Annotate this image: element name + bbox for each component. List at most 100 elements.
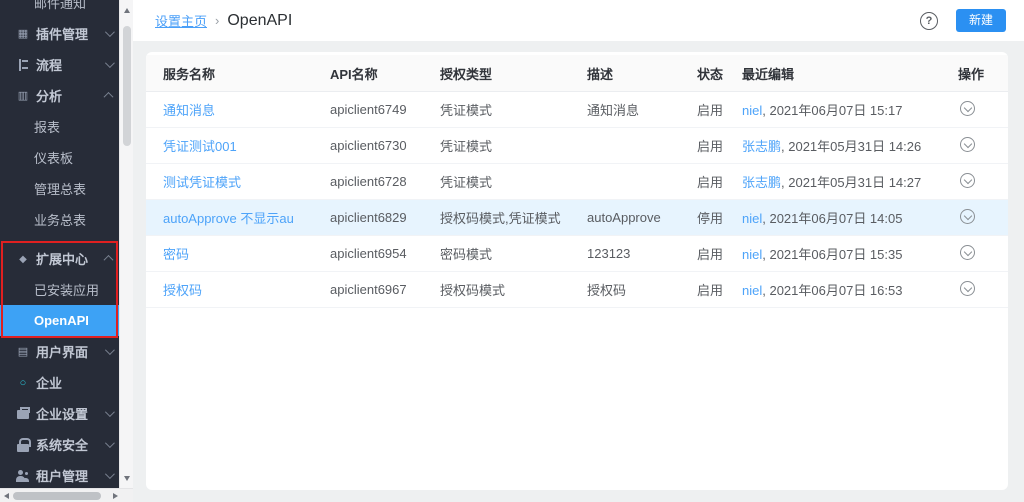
scroll-down-arrow-icon[interactable] bbox=[124, 476, 130, 481]
auth-type-cell: 授权码模式,凭证模式 bbox=[440, 208, 587, 227]
sidebar-item[interactable]: 扩展中心 bbox=[0, 243, 119, 274]
table-column-header: 状态 bbox=[697, 64, 742, 83]
editor-link[interactable]: niel bbox=[742, 103, 762, 118]
sidebar-item-label: 仪表板 bbox=[34, 148, 73, 167]
sidebar-item[interactable]: 租户管理 bbox=[0, 460, 119, 488]
horizontal-scroll-thumb[interactable] bbox=[13, 492, 101, 500]
sidebar-item[interactable]: 流程 bbox=[0, 49, 119, 80]
edited-timestamp: , 2021年06月07日 14:05 bbox=[762, 211, 902, 226]
table-row[interactable]: 授权码 apiclient6967 授权码模式 授权码 启用 niel, 202… bbox=[146, 272, 1008, 308]
table-column-header: 服务名称 bbox=[163, 64, 330, 83]
help-icon[interactable] bbox=[920, 12, 938, 30]
description-cell: 通知消息 bbox=[587, 100, 697, 119]
row-actions-down-circle-icon[interactable] bbox=[960, 209, 975, 224]
sidebar-item-label: 邮件通知 bbox=[34, 0, 86, 12]
actions-cell bbox=[958, 209, 991, 227]
row-actions-down-circle-icon[interactable] bbox=[960, 245, 975, 260]
service-name-link[interactable]: 凭证测试001 bbox=[163, 139, 237, 154]
sidebar-item[interactable]: 企业设置 bbox=[0, 398, 119, 429]
sidebar-item[interactable]: 仪表板 bbox=[0, 142, 119, 173]
table-header-row: 服务名称 API名称 授权类型 描述 状态 最近编辑 操作 bbox=[146, 55, 1008, 92]
service-name-cell: 通知消息 bbox=[163, 100, 330, 119]
vertical-scroll-thumb[interactable] bbox=[123, 26, 131, 146]
scroll-left-arrow-icon[interactable] bbox=[4, 493, 9, 499]
table-column-header: 操作 bbox=[958, 64, 991, 83]
sidebar-item-label: 插件管理 bbox=[36, 24, 88, 43]
enterprise-dot-icon bbox=[16, 376, 30, 390]
sidebar-item[interactable]: 用户界面 bbox=[0, 336, 119, 367]
description-cell: 授权码 bbox=[587, 280, 697, 299]
editor-link[interactable]: 张志鹏 bbox=[742, 139, 781, 154]
sidebar-item-label: 系统安全 bbox=[36, 435, 88, 454]
status-cell: 停用 bbox=[697, 208, 742, 227]
status-cell: 启用 bbox=[697, 280, 742, 299]
breadcrumb-separator-icon: › bbox=[215, 13, 219, 28]
row-actions-down-circle-icon[interactable] bbox=[960, 137, 975, 152]
scroll-up-arrow-icon[interactable] bbox=[124, 8, 130, 13]
sidebar-item[interactable]: 报表 bbox=[0, 111, 119, 142]
api-name-cell: apiclient6730 bbox=[330, 138, 440, 153]
scroll-right-arrow-icon[interactable] bbox=[113, 493, 118, 499]
sidebar-item-label: 管理总表 bbox=[34, 179, 86, 198]
table-column-header: 授权类型 bbox=[440, 64, 587, 83]
editor-link[interactable]: niel bbox=[742, 283, 762, 298]
row-actions-down-circle-icon[interactable] bbox=[960, 281, 975, 296]
status-cell: 启用 bbox=[697, 244, 742, 263]
auth-type-cell: 凭证模式 bbox=[440, 100, 587, 119]
chevron-icon bbox=[105, 30, 113, 38]
row-actions-down-circle-icon[interactable] bbox=[960, 101, 975, 116]
breadcrumb-settings-home-link[interactable]: 设置主页 bbox=[155, 11, 207, 30]
status-cell: 启用 bbox=[697, 136, 742, 155]
description-cell: 123123 bbox=[587, 246, 697, 261]
table-column-header: 最近编辑 bbox=[742, 64, 958, 83]
service-name-link[interactable]: autoApprove 不显示au bbox=[163, 211, 294, 226]
auth-type-cell: 密码模式 bbox=[440, 244, 587, 263]
sidebar-item[interactable]: OpenAPI bbox=[0, 305, 119, 336]
sidebar-item[interactable]: 已安装应用 bbox=[0, 274, 119, 305]
topbar: 设置主页 › OpenAPI 新建 bbox=[133, 0, 1024, 41]
new-button[interactable]: 新建 bbox=[956, 9, 1006, 32]
actions-cell bbox=[958, 101, 991, 119]
sidebar-item-label: 扩展中心 bbox=[36, 249, 88, 268]
sidebar-item-label: 企业设置 bbox=[36, 404, 88, 423]
editor-link[interactable]: niel bbox=[742, 247, 762, 262]
sidebar-item[interactable]: 业务总表 bbox=[0, 204, 119, 235]
last-edited-cell: niel, 2021年06月07日 14:05 bbox=[742, 208, 958, 227]
editor-link[interactable]: niel bbox=[742, 211, 762, 226]
sidebar-item[interactable]: 企业 bbox=[0, 367, 119, 398]
sidebar-item[interactable]: 插件管理 bbox=[0, 18, 119, 49]
last-edited-cell: niel, 2021年06月07日 15:35 bbox=[742, 244, 958, 263]
table-row[interactable]: 凭证测试001 apiclient6730 凭证模式 启用 张志鹏, 2021年… bbox=[146, 128, 1008, 164]
sidebar-horizontal-scrollbar[interactable] bbox=[0, 488, 133, 502]
description-cell: autoApprove bbox=[587, 210, 697, 225]
service-name-link[interactable]: 密码 bbox=[163, 247, 189, 262]
service-name-link[interactable]: 授权码 bbox=[163, 283, 202, 298]
table-row[interactable]: 通知消息 apiclient6749 凭证模式 通知消息 启用 niel, 20… bbox=[146, 92, 1008, 128]
table-row[interactable]: autoApprove 不显示au apiclient6829 授权码模式,凭证… bbox=[146, 200, 1008, 236]
topbar-actions: 新建 bbox=[920, 9, 1006, 32]
security-icon bbox=[16, 438, 30, 452]
service-name-link[interactable]: 通知消息 bbox=[163, 103, 215, 118]
chevron-icon bbox=[105, 441, 113, 449]
sidebar-item[interactable]: 邮件通知 bbox=[0, 0, 119, 18]
table-column-header: API名称 bbox=[330, 64, 440, 83]
last-edited-cell: 张志鹏, 2021年05月31日 14:26 bbox=[742, 136, 958, 155]
table-column-header: 描述 bbox=[587, 64, 697, 83]
sidebar-item[interactable]: 系统安全 bbox=[0, 429, 119, 460]
editor-link[interactable]: 张志鹏 bbox=[742, 175, 781, 190]
ui-icon bbox=[16, 345, 30, 359]
sidebar-item-label: 报表 bbox=[34, 117, 60, 136]
sidebar-item[interactable]: 分析 bbox=[0, 80, 119, 111]
api-name-cell: apiclient6967 bbox=[330, 282, 440, 297]
sidebar-item[interactable]: 管理总表 bbox=[0, 173, 119, 204]
table-row[interactable]: 密码 apiclient6954 密码模式 123123 启用 niel, 20… bbox=[146, 236, 1008, 272]
table-row[interactable]: 测试凭证模式 apiclient6728 凭证模式 启用 张志鹏, 2021年0… bbox=[146, 164, 1008, 200]
enterprise-settings-icon bbox=[16, 407, 30, 421]
sidebar-item-label: 企业 bbox=[36, 373, 62, 392]
row-actions-down-circle-icon[interactable] bbox=[960, 173, 975, 188]
sidebar-vertical-scrollbar[interactable] bbox=[119, 0, 133, 488]
service-name-link[interactable]: 测试凭证模式 bbox=[163, 175, 241, 190]
last-edited-cell: niel, 2021年06月07日 16:53 bbox=[742, 280, 958, 299]
auth-type-cell: 凭证模式 bbox=[440, 136, 587, 155]
status-cell: 启用 bbox=[697, 100, 742, 119]
